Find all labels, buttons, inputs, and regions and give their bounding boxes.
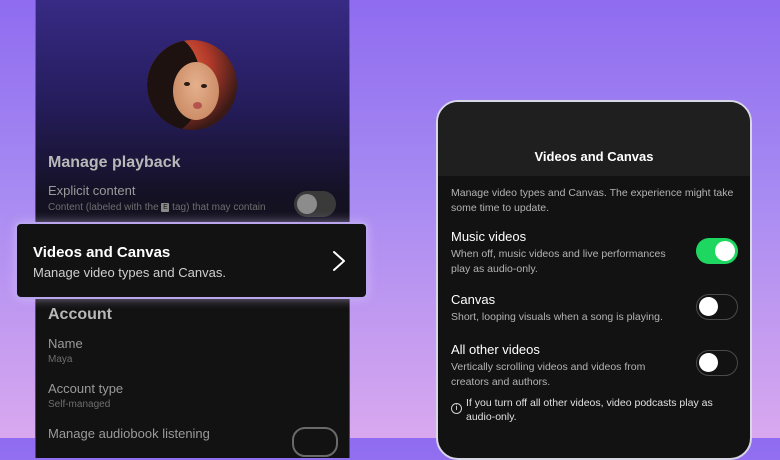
canvas-title: Canvas — [451, 292, 496, 307]
music-videos-toggle[interactable] — [696, 238, 738, 264]
canvas-description: Short, looping visuals when a song is pl… — [451, 311, 663, 323]
right-phone-videos-canvas-screen: Videos and Canvas Manage video types and… — [436, 100, 752, 460]
name-value: Maya — [48, 354, 73, 365]
explicit-content-sub-before: Content (labeled with the — [48, 202, 162, 213]
all-other-videos-toggle[interactable] — [696, 350, 738, 376]
canvas-toggle[interactable] — [696, 294, 738, 320]
info-icon: i — [451, 403, 462, 414]
toggle-knob — [699, 353, 718, 372]
music-videos-description: When off, music videos and live performa… — [451, 248, 666, 275]
avatar-eye — [201, 84, 207, 88]
explicit-content-title: Explicit content — [48, 183, 136, 198]
screen-title: Videos and Canvas — [534, 149, 654, 164]
videos-and-canvas-menu-item[interactable]: Videos and Canvas Manage video types and… — [15, 222, 368, 299]
videos-and-canvas-subtitle: Manage video types and Canvas. — [33, 265, 226, 280]
screen-description: Manage video types and Canvas. The exper… — [451, 187, 734, 214]
all-other-videos-title: All other videos — [451, 342, 540, 357]
screen-header — [438, 102, 750, 176]
account-heading: Account — [48, 306, 112, 323]
avatar-mouth — [193, 102, 202, 109]
name-label[interactable]: Name — [48, 336, 83, 351]
explicit-content-toggle[interactable] — [294, 191, 336, 217]
toggle-knob — [297, 194, 317, 214]
profile-avatar[interactable] — [147, 40, 237, 130]
videos-and-canvas-title: Videos and Canvas — [33, 244, 171, 261]
chevron-right-icon — [333, 251, 345, 271]
avatar-face — [173, 62, 219, 120]
info-note: If you turn off all other videos, video … — [466, 397, 713, 423]
all-other-videos-description: Vertically scrolling videos and videos f… — [451, 361, 646, 388]
explicit-content-description: Content (labeled with the E tag) that ma… — [48, 202, 266, 213]
toggle-knob — [699, 297, 718, 316]
manage-playback-heading: Manage playback — [48, 154, 181, 171]
toggle-knob — [715, 241, 735, 261]
avatar-eye — [184, 82, 190, 86]
account-type-value: Self-managed — [48, 399, 111, 410]
music-videos-title: Music videos — [451, 229, 527, 244]
explicit-content-sub-after: tag) that may contain — [169, 202, 266, 213]
audiobook-toggle[interactable] — [292, 427, 338, 457]
manage-audiobook-label[interactable]: Manage audiobook listening — [48, 426, 210, 441]
account-type-label[interactable]: Account type — [48, 381, 123, 396]
